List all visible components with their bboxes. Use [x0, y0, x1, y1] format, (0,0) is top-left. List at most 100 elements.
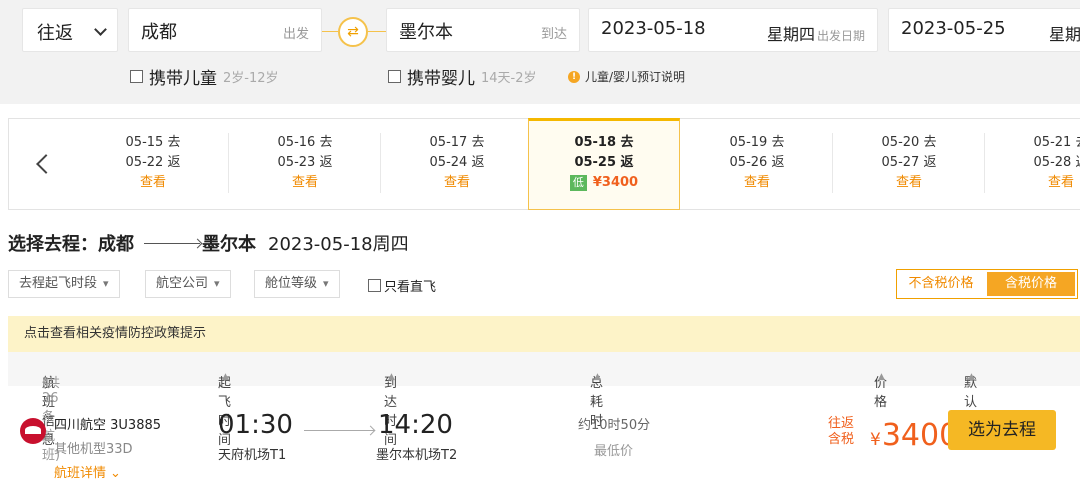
swap-cities-icon[interactable]: ⇄: [338, 17, 368, 47]
direct-only-checkbox-box[interactable]: [368, 279, 381, 292]
lowest-price-label: 最低价: [594, 444, 634, 459]
trip-type-select[interactable]: 往返: [22, 8, 118, 52]
table-header: 航班信息(共26条航班) 起飞时间▲ 到达时间▲ 总耗时▲ 价格▲ 默认排序▲: [8, 352, 1080, 463]
tax-toggle: 不含税价格 含税价格: [896, 269, 1078, 299]
departure-date-input[interactable]: 2023-05-18 星期四 出发日期: [588, 8, 878, 52]
return-weekday: 星期: [1049, 25, 1080, 44]
policy-notice[interactable]: 点击查看相关疫情防控政策提示: [8, 316, 1080, 352]
date-cell[interactable]: 05-20 去 05-27 返 查看: [833, 119, 985, 209]
date-back: 05-26 返: [729, 155, 785, 170]
infant-label: 携带婴儿: [407, 69, 475, 89]
view-link[interactable]: 查看: [985, 173, 1080, 193]
child-checkbox-box[interactable]: [130, 70, 143, 83]
date-cell[interactable]: 05-19 去 05-26 返 查看: [681, 119, 833, 209]
tax-included-button[interactable]: 含税价格: [987, 272, 1075, 296]
return-date-input[interactable]: 2023-05-25 星期: [888, 8, 1080, 52]
arrive-time: 14:20: [378, 410, 453, 440]
tax-excluded-button[interactable]: 不含税价格: [897, 270, 985, 298]
child-age: 2岁-12岁: [223, 71, 279, 86]
date-go: 05-15 去: [125, 135, 181, 150]
arrow-right-icon: [144, 242, 200, 244]
chevron-down-icon: [94, 23, 107, 36]
departure-city: 成都: [141, 22, 177, 43]
departure-date-hint: 出发日期: [816, 29, 865, 43]
select-outbound-button[interactable]: 选为去程: [948, 410, 1056, 450]
flight-row: 四川航空 3U3885 其他机型33D 航班详情 01:30 天府机场T1 14…: [8, 396, 1080, 492]
direct-only-checkbox[interactable]: 只看直飞: [368, 276, 436, 295]
trip-type-value: 往返: [37, 23, 73, 44]
date-cell-selected[interactable]: 05-18 去 05-25 返 低 ¥3400: [528, 118, 680, 210]
return-date: 2023-05-25: [901, 18, 1006, 39]
date-cell[interactable]: 05-21 去 05-28 返 查看: [985, 119, 1080, 209]
sort-up-icon: ▲: [968, 372, 975, 382]
infant-checkbox[interactable]: 携带婴儿 14天-2岁: [388, 64, 537, 89]
date-go: 05-20 去: [881, 135, 937, 150]
arrive-airport: 墨尔本机场T2: [376, 448, 458, 463]
filter-airline[interactable]: 航空公司: [145, 270, 231, 298]
infant-checkbox-box[interactable]: [388, 70, 401, 83]
child-checkbox[interactable]: 携带儿童 2岁-12岁: [130, 64, 279, 89]
date-cell[interactable]: 05-17 去 05-24 返 查看: [381, 119, 533, 209]
route-heading: 选择去程： 成都 墨尔本 2023-05-18周四: [8, 230, 409, 256]
aircraft-type: 其他机型33D: [54, 442, 133, 457]
prev-dates-button[interactable]: [9, 119, 77, 209]
date-go: 05-21 去: [1033, 135, 1080, 150]
view-link[interactable]: 查看: [77, 173, 229, 193]
chevron-left-icon: [36, 154, 56, 174]
price-value: 3400: [881, 418, 959, 453]
flight-duration: 约10时50分: [578, 418, 651, 433]
direct-only-label: 只看直飞: [384, 280, 437, 295]
flight-details-link[interactable]: 航班详情: [54, 462, 121, 481]
route-prefix: 选择去程：: [8, 234, 98, 255]
swap-line-right: [368, 31, 386, 32]
flight-arrow-icon: [304, 430, 374, 431]
date-cell[interactable]: 05-15 去 05-22 返 查看: [77, 119, 229, 209]
view-link[interactable]: 查看: [833, 173, 985, 193]
date-back: 05-27 返: [881, 155, 937, 170]
view-link[interactable]: 查看: [229, 173, 381, 193]
sort-up-icon: ▲: [878, 372, 885, 382]
filter-cabin[interactable]: 舱位等级: [254, 270, 340, 298]
departure-weekday: 星期四: [766, 25, 815, 44]
price-tag-tax: 含税: [828, 432, 855, 447]
date-strip: 05-15 去 05-22 返 查看 05-16 去 05-23 返 查看 05…: [8, 118, 1080, 210]
search-bar: 往返 成都 出发 ⇄ 墨尔本 到达 2023-05-18 星期四 出发日期 202…: [0, 0, 1080, 104]
flight-price: ¥3400: [870, 418, 958, 453]
booking-info-label: 儿童/婴儿预订说明: [585, 70, 686, 84]
arrival-city: 墨尔本: [399, 22, 453, 43]
swap-line-left: [322, 31, 338, 32]
child-label: 携带儿童: [149, 69, 217, 89]
date-back: 05-22 返: [125, 155, 181, 170]
route-date: 2023-05-18周四: [268, 234, 409, 255]
airline-logo-icon: [20, 418, 46, 444]
booking-info-link[interactable]: ! 儿童/婴儿预订说明: [568, 68, 685, 85]
price-tag: 往返 含税: [828, 416, 854, 448]
view-link[interactable]: 查看: [381, 173, 533, 193]
departure-weekday-wrap: 星期四 出发日期: [767, 21, 865, 45]
date-go: 05-18 去: [574, 135, 634, 150]
date-go: 05-19 去: [729, 135, 785, 150]
date-price: 低 ¥3400: [529, 173, 679, 193]
date-cell[interactable]: 05-16 去 05-23 返 查看: [229, 119, 381, 209]
currency-symbol: ¥: [870, 430, 881, 450]
low-price-badge: 低: [569, 175, 587, 191]
price-tag-roundtrip: 往返: [828, 416, 855, 431]
view-link[interactable]: 查看: [681, 173, 833, 193]
date-go: 05-16 去: [277, 135, 333, 150]
filter-depart-time[interactable]: 去程起飞时段: [8, 270, 120, 298]
depart-airport: 天府机场T1: [218, 448, 287, 463]
airline-flight-number: 四川航空 3U3885: [54, 418, 162, 433]
lowest-price: ¥3400: [592, 175, 639, 190]
date-back: 05-25 返: [574, 155, 634, 170]
route-from: 成都: [98, 234, 134, 255]
departure-city-input[interactable]: 成都 出发: [128, 8, 322, 52]
sort-up-icon: ▲: [222, 372, 229, 382]
arrival-hint: 到达: [540, 27, 567, 42]
sort-up-icon: ▲: [594, 372, 601, 382]
date-back: 05-23 返: [277, 155, 333, 170]
depart-time: 01:30: [218, 410, 293, 440]
arrival-city-input[interactable]: 墨尔本 到达: [386, 8, 580, 52]
info-icon: !: [568, 70, 580, 83]
route-to: 墨尔本: [202, 234, 256, 255]
date-back: 05-24 返: [429, 155, 485, 170]
